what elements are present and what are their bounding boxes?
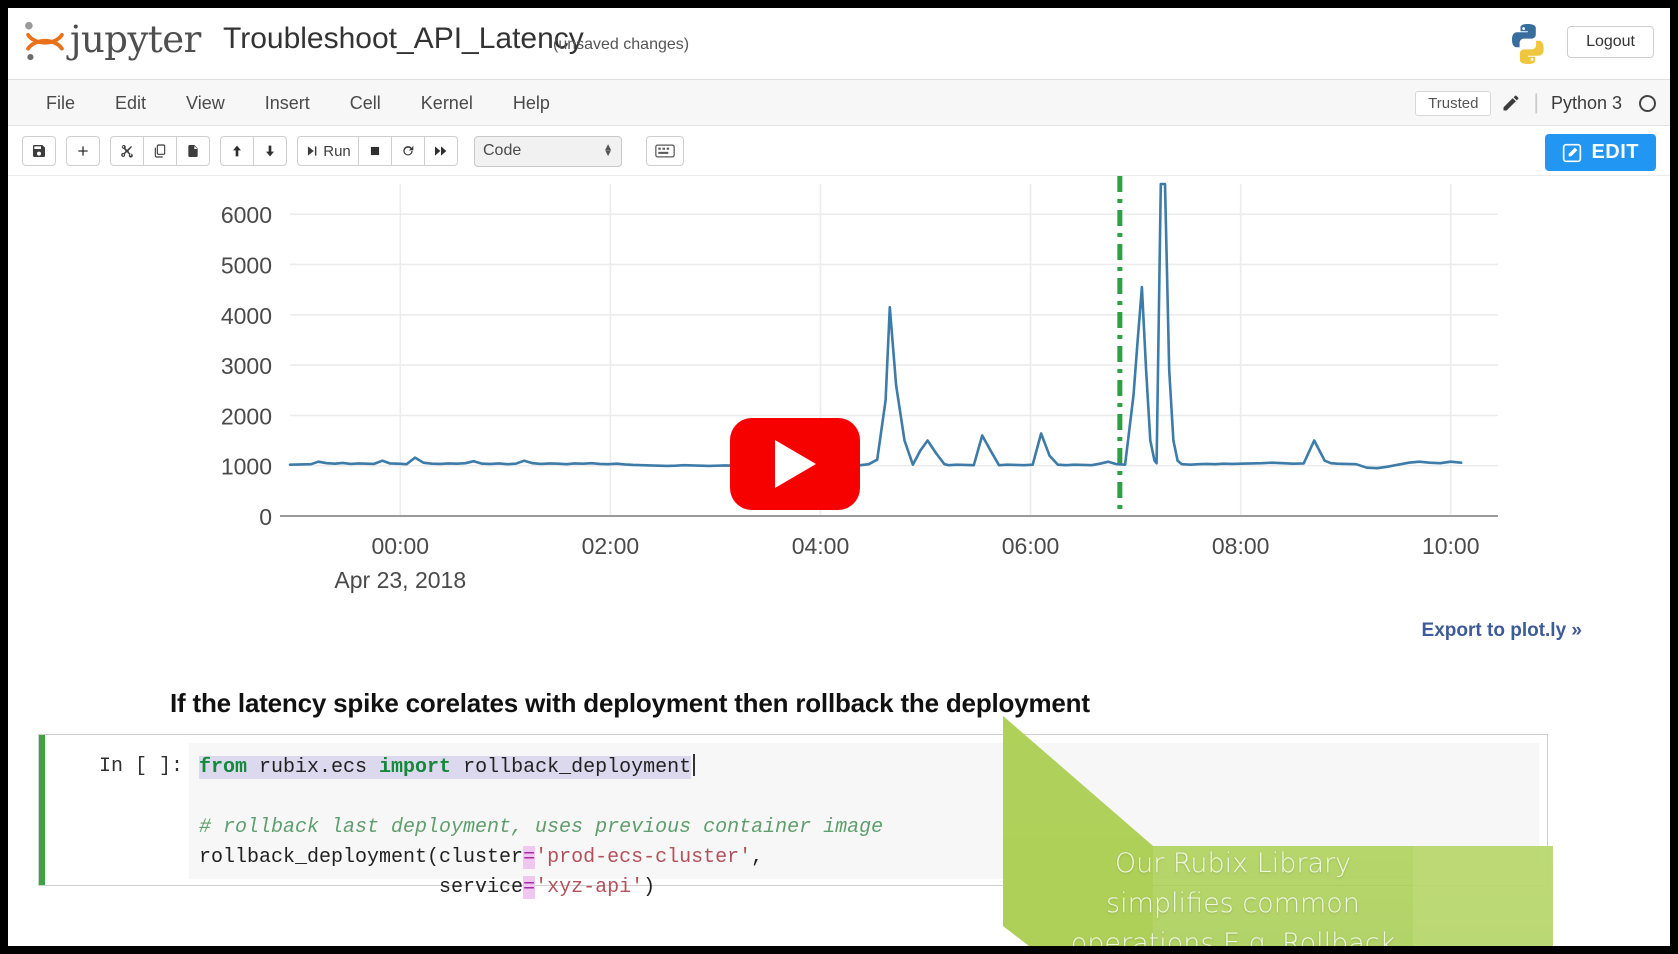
move-cell-group bbox=[220, 136, 287, 166]
notebook-toolbar: Run Code ▲ ▼ EDIT bbox=[8, 126, 1670, 176]
code-token: rollback_deployment bbox=[451, 756, 692, 779]
cell-type-value: Code bbox=[483, 142, 522, 159]
trusted-badge[interactable]: Trusted bbox=[1415, 90, 1492, 116]
plus-icon[interactable] bbox=[66, 136, 100, 166]
y-axis-tick-label: 1000 bbox=[221, 454, 272, 480]
menu-bar: File Edit View Insert Cell Kernel Help T… bbox=[8, 80, 1670, 126]
x-axis-tick-label: 06:00 bbox=[1002, 533, 1060, 559]
menu-item-insert[interactable]: Insert bbox=[245, 89, 330, 118]
code-token: 'prod-ecs-cluster' bbox=[535, 846, 752, 869]
restart-circular-arrow-icon[interactable] bbox=[391, 136, 425, 166]
code-token: service bbox=[199, 876, 524, 899]
latency-plot-output: 0 1000 2000 3000 4000 5000 6000 00:00 02:00 04:00… bbox=[8, 176, 1670, 596]
menu-item-help[interactable]: Help bbox=[493, 89, 570, 118]
toolbar-left-group: Run Code ▲ ▼ bbox=[22, 126, 684, 176]
code-token: , bbox=[751, 846, 764, 869]
notebook-header: jupyter Troubleshoot_API_Latency (unsave… bbox=[8, 8, 1670, 80]
code-token: = bbox=[523, 846, 536, 869]
cell-type-select[interactable]: Code ▲ ▼ bbox=[474, 135, 622, 167]
menu-item-cell[interactable]: Cell bbox=[330, 89, 401, 118]
run-button[interactable]: Run bbox=[297, 136, 359, 166]
menu-item-kernel[interactable]: Kernel bbox=[401, 89, 493, 118]
pencil-icon[interactable] bbox=[1501, 93, 1521, 113]
code-token: = bbox=[523, 876, 536, 899]
x-axis-tick-label: 02:00 bbox=[582, 533, 640, 559]
callout-line-2: simplifies common bbox=[1106, 888, 1360, 919]
cell-selection-bar bbox=[39, 735, 45, 885]
run-play-icon bbox=[308, 146, 317, 156]
code-token: from bbox=[199, 756, 248, 779]
paste-icon[interactable] bbox=[176, 136, 210, 166]
export-to-plotly-link[interactable]: Export to plot.ly » bbox=[1422, 620, 1582, 642]
code-token: import bbox=[379, 756, 452, 779]
python-logo-icon bbox=[1504, 20, 1552, 68]
save-status: (unsaved changes) bbox=[553, 36, 690, 53]
y-axis-tick-label: 3000 bbox=[221, 353, 272, 379]
edit-label: EDIT bbox=[1591, 141, 1639, 163]
kernel-idle-circle-icon[interactable] bbox=[1639, 94, 1656, 112]
code-line: from rubix.ecs import rollback_deploymen… bbox=[199, 753, 1531, 783]
y-axis-tick-label: 6000 bbox=[221, 202, 272, 228]
input-prompt: In [ ]: bbox=[99, 755, 184, 778]
y-axis-tick-label: 2000 bbox=[221, 403, 272, 429]
callout-text: Our Rubix Library simplifies common oper… bbox=[1018, 844, 1448, 946]
notebook-body: 0 1000 2000 3000 4000 5000 6000 00:00 02:00 04:00… bbox=[8, 176, 1670, 946]
clipboard-group bbox=[110, 136, 210, 166]
arrow-up-icon[interactable] bbox=[220, 136, 254, 166]
notebook-title[interactable]: Troubleshoot_API_Latency bbox=[223, 22, 584, 56]
fast-forward-icon[interactable] bbox=[424, 136, 458, 166]
jupyter-notebook-screen: jupyter Troubleshoot_API_Latency (unsave… bbox=[8, 8, 1670, 946]
run-controls-group: Run bbox=[297, 136, 458, 166]
text-cursor bbox=[693, 754, 696, 776]
y-axis-tick-label: 5000 bbox=[221, 252, 272, 278]
copy-icon[interactable] bbox=[143, 136, 177, 166]
api-latency-line-chart: 0 1000 2000 3000 4000 5000 6000 00:00 02:00 04:00… bbox=[221, 176, 1498, 593]
code-token: ) bbox=[643, 876, 656, 899]
callout-line-3: operations E.g. Rollback bbox=[1070, 928, 1396, 946]
save-group bbox=[22, 136, 56, 166]
x-axis-tick-label: 10:00 bbox=[1422, 533, 1480, 559]
menu-item-edit[interactable]: Edit bbox=[95, 89, 166, 118]
kernel-indicator-zone: Trusted | Python 3 bbox=[1415, 80, 1656, 126]
jupyter-logo-icon[interactable] bbox=[22, 18, 68, 64]
x-axis-date-label: Apr 23, 2018 bbox=[334, 567, 466, 593]
jupyter-wordmark: jupyter bbox=[70, 18, 201, 61]
pencil-square-icon bbox=[1563, 143, 1582, 162]
code-token: rollback_deployment(cluster bbox=[199, 846, 524, 869]
x-axis-tick-label: 08:00 bbox=[1212, 533, 1270, 559]
kernel-name-label: Python 3 bbox=[1550, 92, 1622, 113]
logout-button[interactable]: Logout bbox=[1567, 26, 1654, 58]
command-palette-icon[interactable] bbox=[646, 136, 684, 166]
kernel-separator: | bbox=[1533, 91, 1539, 114]
menu-item-file[interactable]: File bbox=[26, 89, 95, 118]
menu-item-view[interactable]: View bbox=[166, 89, 245, 118]
chevron-updown-icon: ▲ ▼ bbox=[603, 142, 613, 159]
menu-item-list: File Edit View Insert Cell Kernel Help bbox=[26, 80, 570, 126]
edit-button[interactable]: EDIT bbox=[1545, 134, 1656, 171]
stop-square-icon[interactable] bbox=[358, 136, 392, 166]
code-token: rubix.ecs bbox=[247, 756, 380, 779]
youtube-play-button-icon[interactable] bbox=[730, 418, 860, 510]
code-token: 'xyz-api' bbox=[535, 876, 644, 899]
x-axis-tick-label: 00:00 bbox=[372, 533, 430, 559]
markdown-heading[interactable]: If the latency spike corelates with depl… bbox=[170, 688, 1090, 719]
y-axis-tick-label: 0 bbox=[259, 504, 272, 530]
callout-line-1: Our Rubix Library bbox=[1114, 848, 1352, 879]
video-letterbox-frame: jupyter Troubleshoot_API_Latency (unsave… bbox=[0, 0, 1678, 954]
code-line: # rollback last deployment, uses previou… bbox=[199, 813, 1531, 843]
latency-series-line bbox=[288, 182, 1463, 470]
code-token: # rollback last deployment, uses previou… bbox=[199, 816, 884, 839]
run-label: Run bbox=[323, 142, 351, 160]
arrow-down-icon[interactable] bbox=[253, 136, 287, 166]
insert-cell-group bbox=[66, 136, 100, 166]
x-axis-tick-label: 04:00 bbox=[792, 533, 850, 559]
y-axis-tick-label: 4000 bbox=[221, 303, 272, 329]
scissors-icon[interactable] bbox=[110, 136, 144, 166]
save-floppy-icon[interactable] bbox=[22, 136, 56, 166]
